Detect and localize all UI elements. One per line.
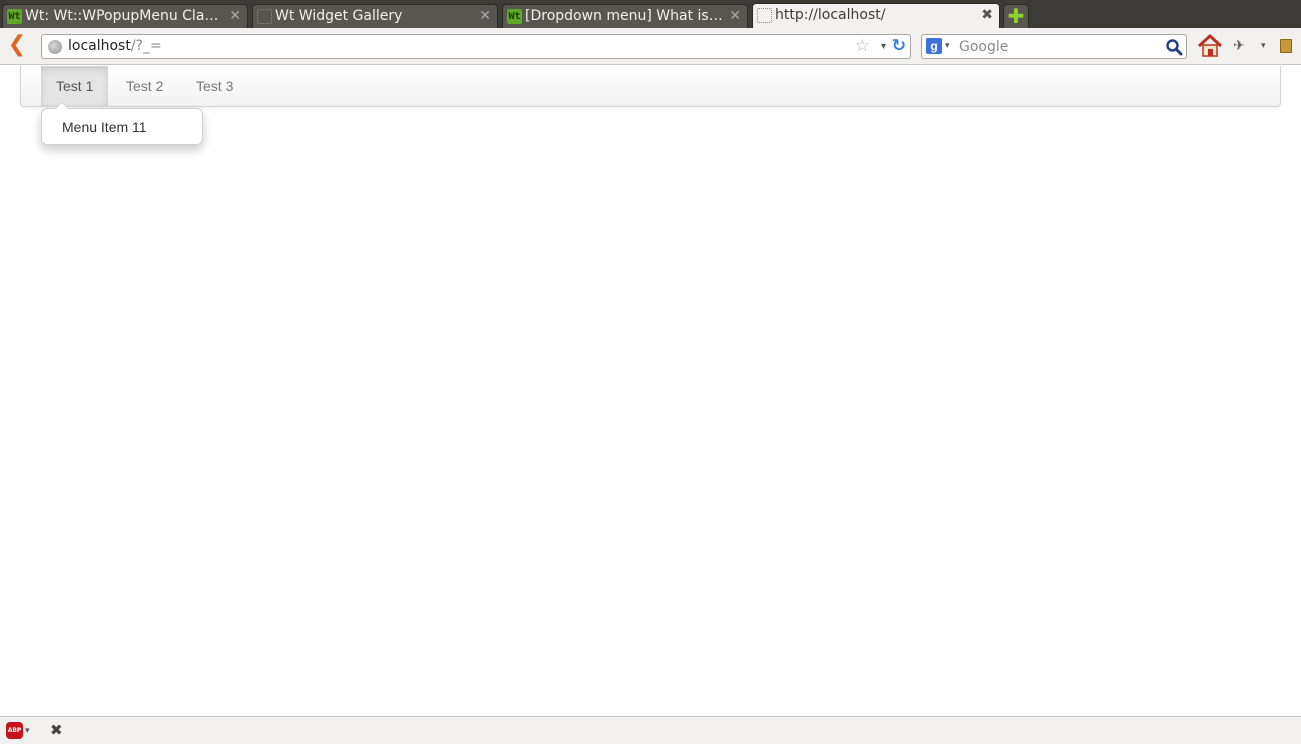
url-host: localhost <box>68 38 131 54</box>
addon-icon[interactable]: ✈ <box>1233 37 1245 55</box>
browser-tab-active[interactable]: http://localhost/ ✖ <box>752 3 1000 28</box>
chevron-down-icon[interactable]: ▾ <box>25 722 30 740</box>
search-bar: g ▾ <box>921 34 1187 59</box>
close-icon[interactable]: ✖ <box>50 720 63 740</box>
menu-item-test-1[interactable]: Test 1 <box>41 66 109 106</box>
globe-icon <box>48 40 62 54</box>
browser-tab[interactable]: Wt Widget Gallery ✕ <box>252 4 498 28</box>
bookmarks-icon[interactable] <box>1280 39 1292 53</box>
browser-tab[interactable]: Wt [Dropdown menu] What is a… ✕ <box>502 4 748 28</box>
url-text[interactable]: localhost/?_= <box>68 35 162 58</box>
menu-item-test-2[interactable]: Test 2 <box>111 66 178 106</box>
chevron-down-icon[interactable]: ▾ <box>945 35 950 58</box>
bookmark-star-icon[interactable]: ☆ <box>855 36 870 57</box>
blank-page-icon <box>757 8 772 23</box>
search-icon[interactable] <box>1165 38 1183 56</box>
wt-icon: Wt <box>7 9 22 24</box>
home-icon[interactable] <box>1197 33 1223 59</box>
page-content: Test 1 Test 2 Test 3 Menu Item 11 <box>0 66 1301 716</box>
wt-icon: Wt <box>507 9 522 24</box>
tab-close-icon[interactable]: ✕ <box>729 5 741 27</box>
menu-item-test-3[interactable]: Test 3 <box>181 66 248 106</box>
reload-icon[interactable]: ↻ <box>892 36 906 57</box>
google-icon[interactable]: g <box>926 38 942 54</box>
dropdown-menu: Menu Item 11 <box>41 108 203 145</box>
blank-page-icon <box>257 9 272 24</box>
back-button[interactable]: ❮ <box>6 34 28 58</box>
adblock-icon[interactable]: ABP <box>6 722 23 739</box>
url-bar[interactable]: localhost/?_= ☆ ▾ ↻ <box>41 34 911 59</box>
tab-title: [Dropdown menu] What is a… <box>525 8 725 24</box>
url-path: /?_= <box>130 38 162 54</box>
tab-close-icon[interactable]: ✖ <box>981 4 993 26</box>
dropdown-item-menu-item-11[interactable]: Menu Item 11 <box>42 114 202 140</box>
new-tab-button[interactable]: ✚ <box>1003 4 1029 28</box>
tab-close-icon[interactable]: ✕ <box>479 5 491 27</box>
chevron-down-icon[interactable]: ▾ <box>1261 37 1266 55</box>
chevron-down-icon[interactable]: ▾ <box>881 35 886 58</box>
tab-close-icon[interactable]: ✕ <box>229 5 241 27</box>
tab-title: Wt Widget Gallery <box>275 8 403 24</box>
browser-tab[interactable]: Wt Wt: Wt::WPopupMenu Clas… ✕ <box>2 4 248 28</box>
dropdown-caret-inner <box>56 103 68 109</box>
tab-strip: Wt Wt: Wt::WPopupMenu Clas… ✕ Wt Widget … <box>0 0 1301 28</box>
navigation-toolbar: ❮ localhost/?_= ☆ ▾ ↻ g ▾ ✈ ▾ <box>0 28 1301 65</box>
tab-title: Wt: Wt::WPopupMenu Clas… <box>25 8 225 24</box>
search-input[interactable] <box>959 37 1159 56</box>
addon-bar: ABP ▾ ✖ <box>0 716 1301 744</box>
tab-title: http://localhost/ <box>775 7 886 23</box>
page-navbar: Test 1 Test 2 Test 3 <box>20 66 1281 107</box>
